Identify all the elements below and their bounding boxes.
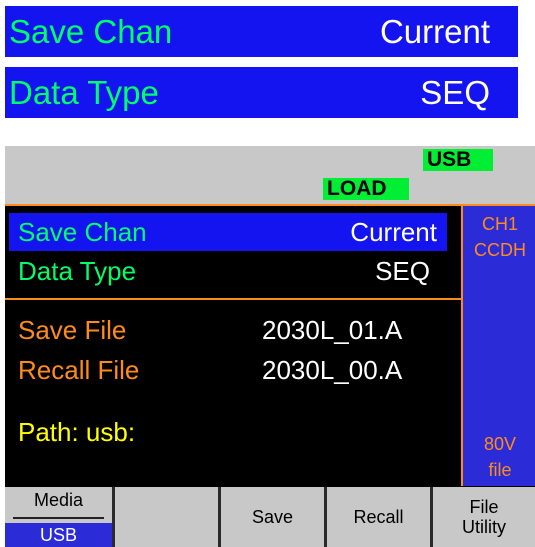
path-label: Path: usb: (18, 417, 136, 447)
banner-save-chan-label: Save Chan (9, 13, 173, 50)
file-utility-softkey[interactable]: File Utility (433, 487, 535, 547)
save-chan-banner: Save Chan Current (5, 6, 518, 57)
file-panel: Save File 2030L_01.A Recall File 2030L_0… (5, 303, 461, 485)
file-utility-line1: File (469, 497, 499, 517)
mode-label: CCDH (474, 240, 526, 260)
data-type-row[interactable]: Data Type SEQ (18, 252, 448, 290)
empty-softkey[interactable] (115, 487, 221, 547)
save-chan-label: Save Chan (18, 216, 147, 247)
file-utility-line2: Utility (462, 517, 506, 537)
banner-data-type-label: Data Type (9, 74, 159, 111)
save-chan-row[interactable]: Save Chan Current (9, 213, 447, 251)
data-type-label: Data Type (18, 255, 137, 286)
load-status-badge: LOAD (323, 178, 409, 200)
channel-side-panel: CH1 CCDH 80V file (461, 206, 535, 486)
status-bar: USB LOAD (5, 146, 535, 204)
media-softkey[interactable]: Media USB (5, 487, 115, 547)
channel-label: CH1 (481, 214, 518, 234)
save-softkey[interactable]: Save (221, 487, 327, 547)
instrument-screen: USB LOAD Save Chan Current Data Type SEQ… (5, 146, 535, 547)
recall-softkey[interactable]: Recall (327, 487, 433, 547)
data-type-value: SEQ (375, 255, 430, 286)
save-chan-value: Current (350, 216, 437, 247)
divider-line (5, 298, 461, 300)
save-file-label[interactable]: Save File (18, 315, 126, 346)
media-usb-option: USB (5, 523, 112, 547)
file-label: file (488, 460, 512, 480)
recall-file-value: 2030L_00.A (262, 355, 403, 385)
banner-save-chan-value: Current (379, 13, 490, 50)
softkey-divider (13, 517, 104, 519)
data-type-banner: Data Type SEQ (5, 67, 518, 118)
save-file-value: 2030L_01.A (262, 315, 403, 345)
softkey-bar: Media USB Save Recall File Utility (5, 487, 535, 547)
media-label: Media (33, 490, 84, 510)
banner-data-type-value: SEQ (420, 74, 490, 111)
usb-status-badge: USB (423, 149, 493, 171)
voltage-label: 80V (483, 434, 517, 454)
recall-file-label[interactable]: Recall File (18, 355, 139, 386)
save-settings-panel: Save Chan Current Data Type SEQ (5, 206, 461, 298)
